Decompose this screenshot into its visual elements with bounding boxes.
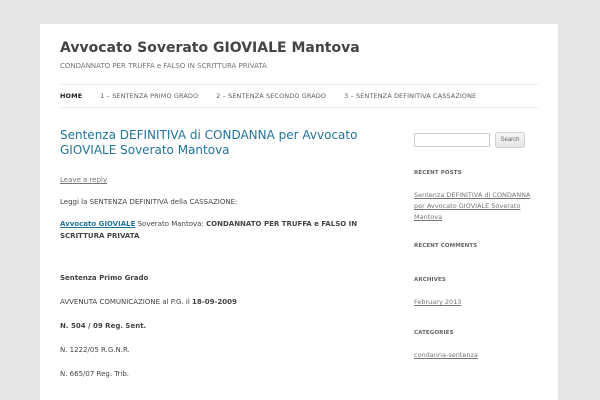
- category-link[interactable]: condanna-sentenza: [414, 350, 538, 361]
- nav-item-cassazione[interactable]: 3 – SENTENZA DEFINITIVA CASSAZIONE: [344, 92, 476, 100]
- lawyer-paragraph: Avvocato GIOVIALE Soverato Mantova: COND…: [60, 218, 360, 242]
- recent-comments-title: RECENT COMMENTS: [414, 243, 478, 249]
- categories-title: CATEGORIES: [414, 330, 454, 336]
- site-title[interactable]: Avvocato Soverato GIOVIALE Mantova: [60, 40, 360, 56]
- post-body: Leggi la SENTENZA DEFINITIVA della CASSA…: [60, 196, 360, 380]
- leave-reply-link[interactable]: Leave a reply: [60, 176, 360, 184]
- search-form: Search: [414, 132, 538, 148]
- recent-posts-title: RECENT POSTS: [414, 170, 462, 176]
- lawyer-link[interactable]: Avvocato GIOVIALE: [60, 220, 135, 228]
- main-navigation: HOME 1 – SENTENZA PRIMO GRADO 2 – SENTEN…: [60, 84, 538, 108]
- search-button[interactable]: Search: [495, 132, 525, 148]
- comunicazione-date: 18-09-2009: [192, 298, 237, 306]
- reg-trib-line: N. 665/07 Reg. Trib.: [60, 370, 130, 378]
- post-intro: Leggi la SENTENZA DEFINITIVA della CASSA…: [60, 198, 238, 206]
- nav-item-secondo-grado[interactable]: 2 – SENTENZA SECONDO GRADO: [216, 92, 326, 100]
- recent-post-link[interactable]: Sentenza DEFINITIVA di CONDANNA per Avvo…: [414, 190, 538, 223]
- lawyer-rest-text: Soverato Mantova:: [135, 220, 207, 228]
- reg-sent-line: N. 504 / 09 Reg. Sent.: [60, 322, 147, 330]
- nav-item-primo-grado[interactable]: 1 – SENTENZA PRIMO GRADO: [100, 92, 198, 100]
- page-container: Avvocato Soverato GIOVIALE Mantova CONDA…: [40, 24, 558, 400]
- sidebar: Search RECENT POSTS Sentenza DEFINITIVA …: [414, 132, 538, 361]
- nav-item-home[interactable]: HOME: [60, 92, 82, 100]
- rgnr-line: N. 1222/05 R.G.N.R.: [60, 346, 130, 354]
- comunicazione-line: AVVENUTA COMUNICAZIONE al P.G. il 18-09-…: [60, 298, 237, 306]
- archive-link[interactable]: February 2013: [414, 297, 538, 308]
- search-input[interactable]: [414, 133, 490, 147]
- post-title[interactable]: Sentenza DEFINITIVA di CONDANNA per Avvo…: [60, 128, 360, 158]
- primo-grado-heading: Sentenza Primo Grado: [60, 274, 149, 282]
- main-content: Sentenza DEFINITIVA di CONDANNA per Avvo…: [60, 128, 360, 380]
- site-description: CONDANNATO PER TRUFFA e FALSO IN SCRITTU…: [60, 62, 267, 70]
- archives-title: ARCHIVES: [414, 277, 446, 283]
